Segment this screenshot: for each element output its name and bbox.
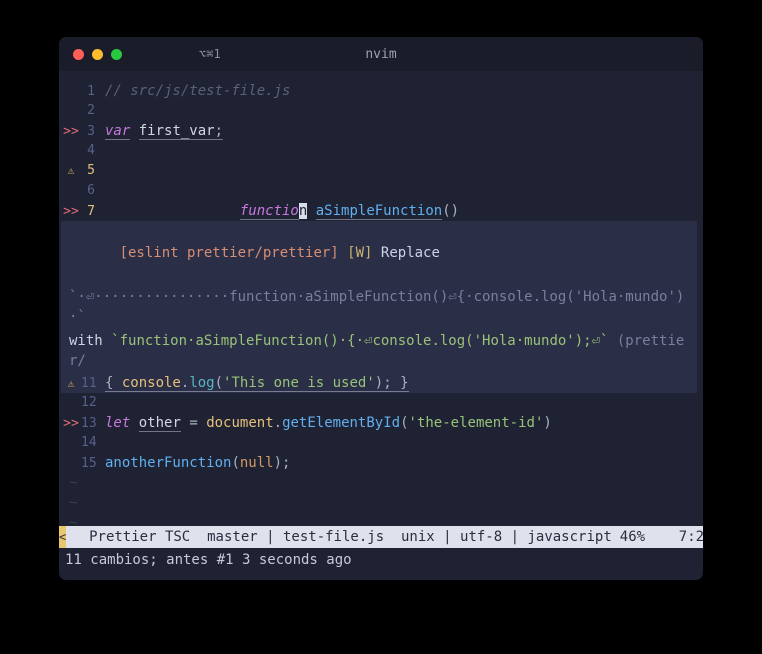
code-line: >> 7 function aSimpleFunction() <box>61 201 697 221</box>
terminal-window: ⌥⌘1 nvim 1 // src/js/test-file.js 2 >> 3… <box>59 37 703 580</box>
code-line: 1 // src/js/test-file.js <box>61 81 697 101</box>
diagnostic-popup: with `function·aSimpleFunction()·{·⏎cons… <box>61 329 697 373</box>
sign-warn-icon: ⚠ <box>61 161 81 181</box>
code-line: 12 <box>61 393 697 413</box>
sign-error-icon: >> <box>61 202 81 222</box>
command-message: 11 cambios; antes #1 3 seconds ago <box>59 550 703 570</box>
diagnostic-popup: `·⏎················function·aSimpleFunct… <box>61 285 697 329</box>
diagnostic-popup: [eslint prettier/prettier] [W] Replace <box>61 221 697 285</box>
status-fileformat: unix <box>401 529 435 545</box>
code-line: >> 13 let other = document.getElementByI… <box>61 413 697 433</box>
code-line: >> 3 var first_var; <box>61 121 697 141</box>
sign-warn-icon: ⚠ <box>61 374 81 394</box>
code-line: 14 <box>61 433 697 453</box>
status-percent: 46% <box>620 529 645 545</box>
window-title: nvim <box>59 47 703 62</box>
status-position: 7:24 <box>679 529 703 545</box>
code-line: 2 <box>61 101 697 121</box>
line-number: 1 <box>81 82 105 102</box>
statusline: < Prettier TSC master | test-file.js uni… <box>59 526 703 548</box>
code-line: ⚠ 11 { console.log('This one is used'); … <box>61 373 697 393</box>
status-encoding: utf-8 <box>460 529 502 545</box>
code-line: 4 <box>61 141 697 161</box>
editor-viewport[interactable]: 1 // src/js/test-file.js 2 >> 3 var firs… <box>59 77 703 520</box>
sign-error-icon: >> <box>61 414 81 434</box>
titlebar[interactable]: ⌥⌘1 nvim <box>59 37 703 71</box>
sign-error-icon: >> <box>61 122 81 142</box>
status-filetype: javascript <box>527 529 611 545</box>
code-line: 6 <box>61 181 697 201</box>
comment[interactable]: // src/js/test-file.js <box>105 81 697 101</box>
mode-indicator: < <box>59 526 66 548</box>
status-filename: test-file.js <box>283 529 384 545</box>
status-linters: Prettier TSC <box>89 529 190 545</box>
code-line: ⚠ 5 <box>61 161 697 181</box>
status-branch: master <box>207 529 258 545</box>
code-line: 15 anotherFunction(null); <box>61 453 697 473</box>
